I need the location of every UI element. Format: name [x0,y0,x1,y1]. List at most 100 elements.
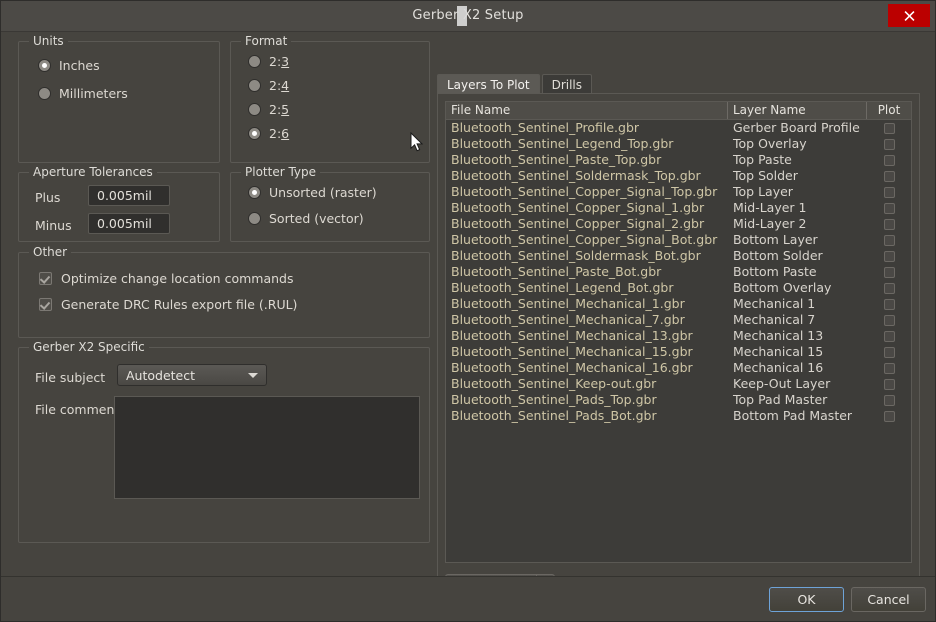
cell-file-name: Bluetooth_Sentinel_Copper_Signal_1.gbr [451,200,705,215]
radio-format-2-6[interactable]: 2:6 [248,126,289,141]
table-row[interactable]: Bluetooth_Sentinel_Mechanical_7.gbr Mecha… [446,312,911,328]
plot-checkbox[interactable] [883,202,895,214]
plot-checkbox[interactable] [883,314,895,326]
ok-button[interactable]: OK [769,587,844,612]
table-row[interactable]: Bluetooth_Sentinel_Mechanical_15.gbr Mech… [446,344,911,360]
plot-checkbox[interactable] [883,170,895,182]
cell-file-name: Bluetooth_Sentinel_Pads_Bot.gbr [451,408,657,423]
plot-checkbox[interactable] [883,266,895,278]
table-row[interactable]: Bluetooth_Sentinel_Legend_Bot.gbr Bottom … [446,280,911,296]
table-row[interactable]: Bluetooth_Sentinel_Copper_Signal_Top.gbr… [446,184,911,200]
plot-checkbox[interactable] [883,298,895,310]
tab-strip: Layers To Plot Drills [437,73,594,94]
title-bar[interactable]: Gerber X2 Setup [1,1,935,32]
table-row[interactable]: Bluetooth_Sentinel_Mechanical_1.gbr Mecha… [446,296,911,312]
file-subject-label: File subject [35,370,106,385]
cell-file-name: Bluetooth_Sentinel_Mechanical_15.gbr [451,344,693,359]
format-group: Format 2:3 2:4 2:5 2:6 [230,34,430,163]
checkmark-icon [39,298,52,311]
layers-list[interactable]: File Name Layer Name Plot Bluetooth_Sent… [445,101,912,563]
checkbox-optimize-change-location[interactable]: Optimize change location commands [39,271,293,286]
column-header-layer-name[interactable]: Layer Name [728,102,867,119]
cell-layer-name: Top Solder [733,168,798,183]
table-row[interactable]: Bluetooth_Sentinel_Soldermask_Top.gbr Top… [446,168,911,184]
aperture-tolerances-legend: Aperture Tolerances [29,165,157,179]
cell-file-name: Bluetooth_Sentinel_Mechanical_16.gbr [451,360,693,375]
plot-checkbox[interactable] [883,234,895,246]
accel-char: 6 [281,126,290,141]
table-row[interactable]: Bluetooth_Sentinel_Soldermask_Bot.gbr Bot… [446,248,911,264]
plot-checkbox[interactable] [883,410,895,422]
other-group: Other Optimize change location commands … [18,245,430,338]
table-row[interactable]: Bluetooth_Sentinel_Pads_Bot.gbr Bottom Pa… [446,408,911,424]
file-comment-input[interactable] [114,396,420,499]
plot-checkbox[interactable] [883,378,895,390]
table-row[interactable]: Bluetooth_Sentinel_Keep-out.gbr Keep-Out … [446,376,911,392]
table-row[interactable]: Bluetooth_Sentinel_Paste_Bot.gbr Bottom P… [446,264,911,280]
table-row[interactable]: Bluetooth_Sentinel_Copper_Signal_2.gbr Mi… [446,216,911,232]
plot-checkbox[interactable] [883,138,895,150]
radio-format-2-4[interactable]: 2:4 [248,78,289,93]
table-row[interactable]: Bluetooth_Sentinel_Copper_Signal_Bot.gbr… [446,232,911,248]
radio-indicator-icon [248,127,261,140]
cancel-button[interactable]: Cancel [851,587,926,612]
cell-layer-name: Mechanical 7 [733,312,816,327]
cell-file-name: Bluetooth_Sentinel_Soldermask_Top.gbr [451,168,701,183]
layers-list-rows: Bluetooth_Sentinel_Profile.gbr Gerber Boa… [446,120,911,424]
table-row[interactable]: Bluetooth_Sentinel_Mechanical_13.gbr Mech… [446,328,911,344]
cell-plot [867,232,911,248]
table-row[interactable]: Bluetooth_Sentinel_Copper_Signal_1.gbr Mi… [446,200,911,216]
cell-layer-name: Mid-Layer 2 [733,216,807,231]
plot-checkbox[interactable] [883,394,895,406]
column-header-plot[interactable]: Plot [867,102,911,119]
accel-char: 4 [281,78,290,93]
cell-file-name: Bluetooth_Sentinel_Soldermask_Bot.gbr [451,248,701,263]
table-row[interactable]: Bluetooth_Sentinel_Paste_Top.gbr Top Past… [446,152,911,168]
aperture-tolerances-group: Aperture Tolerances Plus Minus [18,165,220,242]
tab-layers-to-plot[interactable]: Layers To Plot [437,74,540,94]
plus-input[interactable] [88,185,170,206]
cell-plot [867,264,911,280]
format-legend: Format [241,34,292,48]
file-subject-dropdown[interactable]: Autodetect [117,364,267,386]
cell-file-name: Bluetooth_Sentinel_Copper_Signal_Top.gbr [451,184,718,199]
chevron-down-icon [248,373,258,378]
cell-layer-name: Top Layer [733,184,793,199]
radio-format-2-3[interactable]: 2:3 [248,54,289,69]
cell-file-name: Bluetooth_Sentinel_Legend_Top.gbr [451,136,674,151]
tab-drills[interactable]: Drills [541,74,593,94]
plot-checkbox[interactable] [883,122,895,134]
table-row[interactable]: Bluetooth_Sentinel_Pads_Top.gbr Top Pad M… [446,392,911,408]
table-row[interactable]: Bluetooth_Sentinel_Mechanical_16.gbr Mech… [446,360,911,376]
plot-checkbox[interactable] [883,186,895,198]
cell-plot [867,248,911,264]
radio-plotter-unsorted[interactable]: Unsorted (raster) [248,185,377,200]
plot-checkbox[interactable] [883,282,895,294]
cell-plot [867,296,911,312]
cell-file-name: Bluetooth_Sentinel_Profile.gbr [451,120,640,135]
cell-plot [867,216,911,232]
plot-checkbox[interactable] [883,250,895,262]
cell-plot [867,280,911,296]
radio-format-2-5[interactable]: 2:5 [248,102,289,117]
radio-units-inches[interactable]: Inches [38,58,100,73]
minus-input[interactable] [88,213,170,234]
checkbox-generate-drc-rules-label: Generate DRC Rules export file (.RUL) [61,297,298,312]
dialog-title: Gerber X2 Setup [412,8,524,23]
plot-checkbox[interactable] [883,330,895,342]
checkbox-optimize-change-location-label: Optimize change location commands [61,271,294,286]
gerber-x2-specific-legend: Gerber X2 Specific [29,340,149,354]
close-button[interactable] [888,4,930,27]
column-header-file-name[interactable]: File Name [446,102,728,119]
table-row[interactable]: Bluetooth_Sentinel_Profile.gbr Gerber Boa… [446,120,911,136]
cell-plot [867,344,911,360]
plot-checkbox[interactable] [883,362,895,374]
plot-checkbox[interactable] [883,154,895,166]
cell-plot [867,376,911,392]
radio-plotter-sorted[interactable]: Sorted (vector) [248,211,364,226]
radio-units-millimeters[interactable]: Millimeters [38,86,128,101]
table-row[interactable]: Bluetooth_Sentinel_Legend_Top.gbr Top Ove… [446,136,911,152]
plot-checkbox[interactable] [883,218,895,230]
plot-checkbox[interactable] [883,346,895,358]
checkbox-generate-drc-rules[interactable]: Generate DRC Rules export file (.RUL) [39,297,297,312]
